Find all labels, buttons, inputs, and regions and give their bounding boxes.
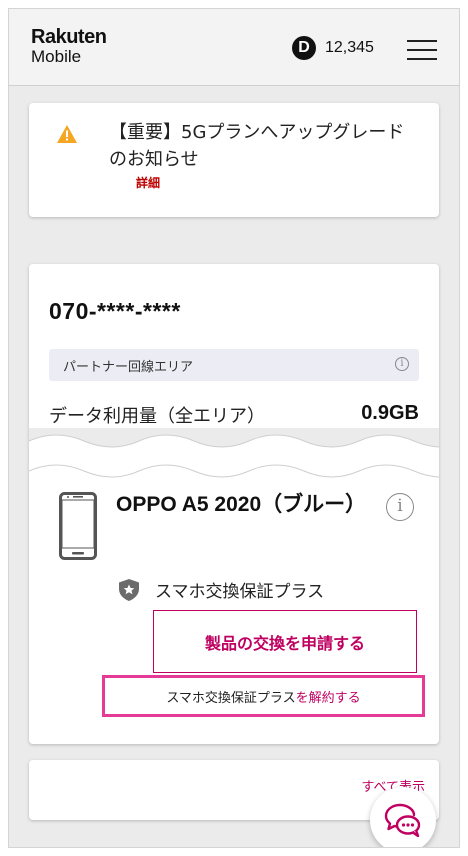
chat-button[interactable] <box>370 787 436 847</box>
area-info-icon[interactable]: i <box>395 357 409 371</box>
shield-star-icon <box>119 578 139 601</box>
cancel-text: スマホ交換保証プラス <box>166 690 296 706</box>
logo-line1: Rakuten <box>31 26 107 48</box>
points-value: 12,345 <box>325 39 374 56</box>
insurance-label: スマホ交換保証プラス <box>155 582 325 602</box>
points-display[interactable]: D 12,345 <box>292 36 374 60</box>
notice-title: 【重要】5Gプランへアップグレードのお知らせ <box>109 122 405 170</box>
smartphone-icon <box>59 492 97 560</box>
line-card: 070-****-**** パートナー回線エリア i データ利用量（全エリア） … <box>29 264 439 744</box>
phone-number: 070-****-**** <box>49 298 181 324</box>
d-points-icon: D <box>292 36 316 60</box>
insurance-row: スマホ交換保証プラス <box>119 577 324 602</box>
area-banner: パートナー回線エリア i <box>49 349 419 381</box>
notice-detail-link[interactable]: 詳細 <box>136 174 160 191</box>
app-frame: Rakuten Mobile D 12,345 【重要】5Gプランへアップグレー… <box>8 8 460 848</box>
app-header: Rakuten Mobile D 12,345 <box>9 9 459 86</box>
apply-exchange-button[interactable]: 製品の交換を申請する <box>153 610 417 673</box>
warning-triangle-icon <box>57 125 77 143</box>
wave-divider <box>29 434 439 499</box>
device-name: OPPO A5 2020（ブルー） <box>116 493 367 516</box>
hamburger-menu-icon[interactable] <box>407 40 437 61</box>
chat-bubbles-icon <box>384 803 421 837</box>
cancel-link-text[interactable]: を解約する <box>296 687 361 706</box>
rakuten-mobile-logo[interactable]: Rakuten Mobile <box>31 26 107 66</box>
cancel-insurance-link[interactable]: スマホ交換保証プラス を解約する <box>102 675 425 717</box>
notice-card[interactable]: 【重要】5Gプランへアップグレードのお知らせ 詳細 <box>29 103 439 217</box>
area-label: パートナー回線エリア <box>63 360 194 375</box>
logo-line2: Mobile <box>31 47 82 66</box>
device-info-icon[interactable]: i <box>386 493 414 521</box>
